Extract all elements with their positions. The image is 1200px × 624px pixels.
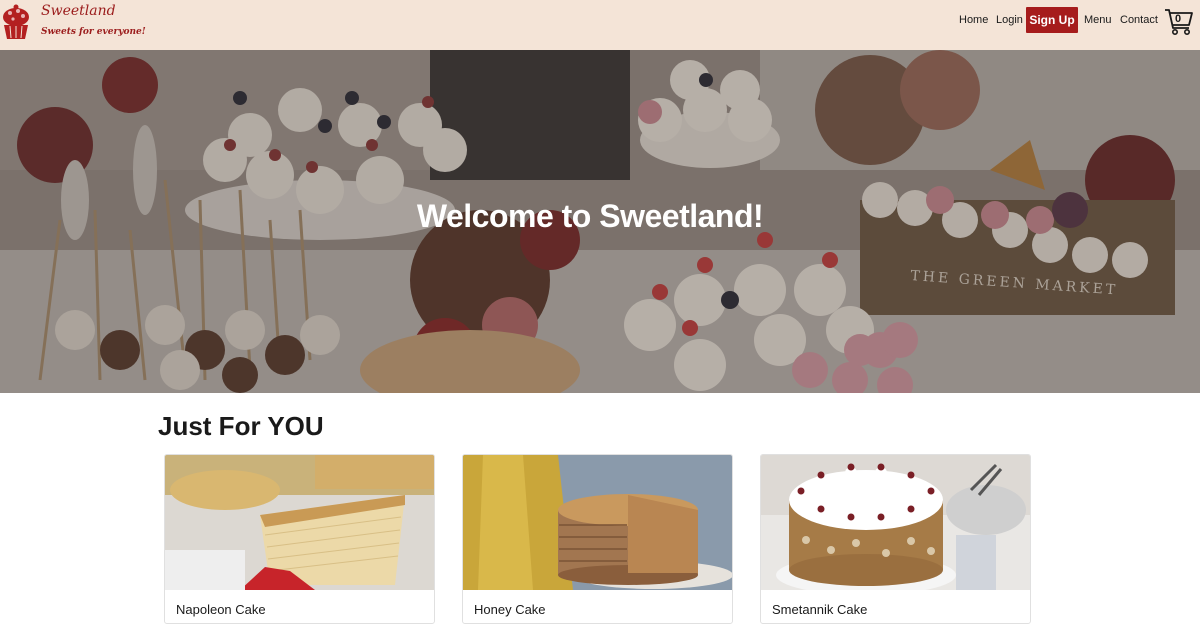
product-card[interactable]: Smetannik Cake [760, 454, 1031, 624]
product-card[interactable]: Napoleon Cake [164, 454, 435, 624]
cart-count: 0 [1175, 13, 1182, 25]
nav-login-link[interactable]: Login [996, 13, 1023, 27]
product-image [761, 455, 1030, 590]
navbar: Sweetland Sweets for everyone! Home Logi… [0, 0, 1200, 50]
nav-menu-link[interactable]: Menu [1084, 13, 1112, 27]
hero-title: Welcome to Sweetland! [416, 198, 764, 234]
nav-contact-link[interactable]: Contact [1120, 13, 1158, 27]
signup-button[interactable]: Sign Up [1026, 7, 1078, 33]
product-image [463, 455, 732, 590]
section-title: Just For YOU [158, 411, 324, 441]
brand-name: Sweetland [41, 3, 116, 19]
product-image [165, 455, 434, 590]
product-card[interactable]: Honey Cake [462, 454, 733, 624]
product-name[interactable]: Napoleon Cake [176, 602, 266, 617]
product-name[interactable]: Honey Cake [474, 602, 546, 617]
brand-tagline: Sweets for everyone! [41, 27, 146, 37]
cupcake-icon [3, 4, 29, 39]
hero-banner: THE GREEN MARKET Welcome to Sweetland! [0, 50, 1200, 393]
product-name[interactable]: Smetannik Cake [772, 602, 867, 617]
nav-home-link[interactable]: Home [959, 13, 988, 27]
